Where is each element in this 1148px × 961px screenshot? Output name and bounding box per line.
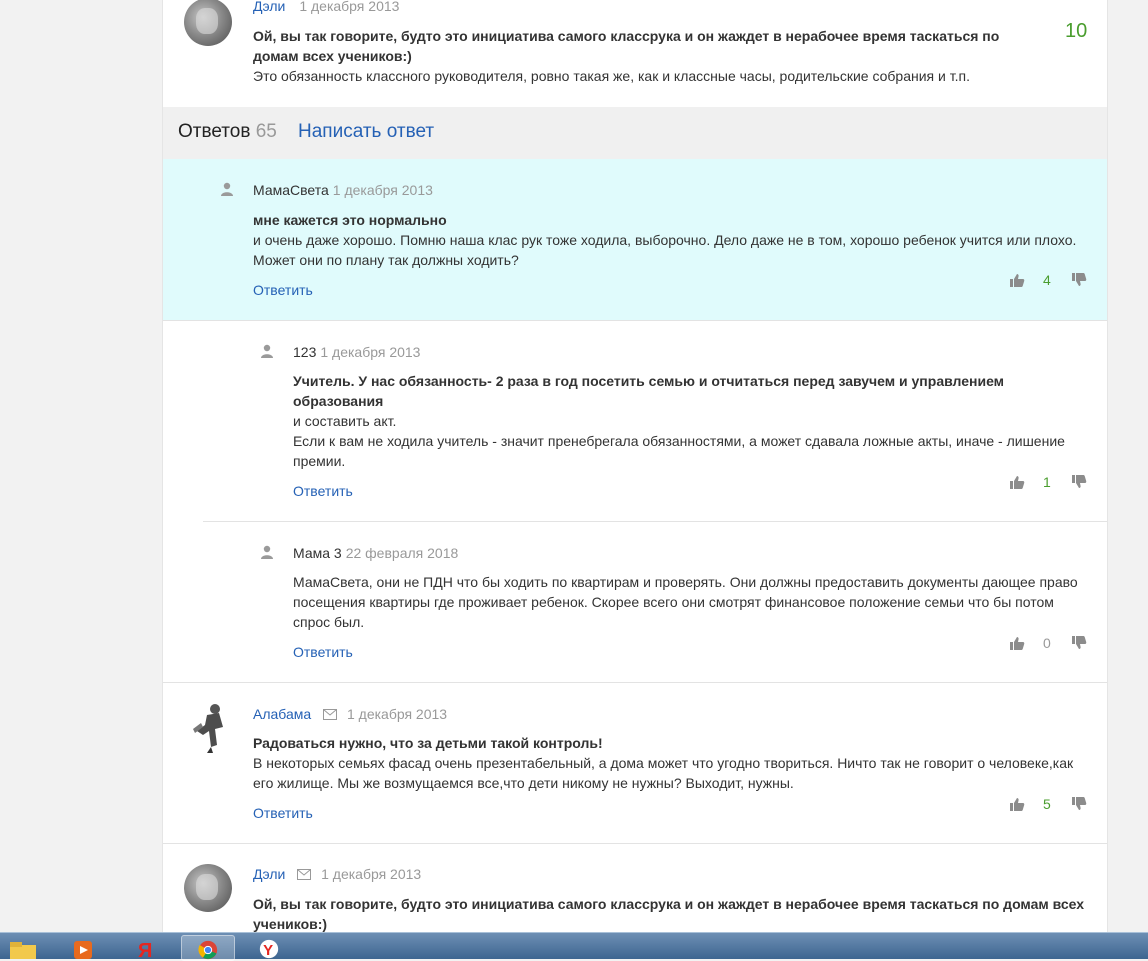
user-icon: [261, 344, 273, 358]
svg-text:Y: Y: [263, 942, 273, 959]
answer-date: 22 февраля 2018: [345, 545, 459, 561]
answer-text-line: МамаСвета, они не ПДН что бы ходить по к…: [293, 574, 1078, 590]
answer-item: 123 1 декабря 2013 Учитель. У нас обязанн…: [163, 321, 1107, 521]
answer-author[interactable]: Дэли: [253, 866, 285, 882]
mail-icon[interactable]: [297, 869, 312, 880]
chrome-icon: [198, 940, 218, 960]
answer-text-line: и составить акт.: [293, 413, 397, 429]
taskbar-button[interactable]: [0, 935, 52, 959]
vote-widget: 5: [1009, 796, 1089, 812]
answers-label: Ответов: [178, 121, 251, 142]
answer-text-line: его жилище. Мы же возмущаемся все,что де…: [253, 775, 794, 791]
comment-text: Это обязанность классного руководителя, …: [253, 68, 970, 84]
reply-link[interactable]: Ответить: [293, 483, 353, 499]
answer-text-line: В некоторых семьях фасад очень презентаб…: [253, 755, 1074, 771]
answer-text-line: премии.: [293, 453, 346, 469]
answer-bold-text-line: Учитель. У нас обязанность- 2 раза в год…: [293, 373, 1005, 389]
answer-text-line: Если к вам не ходила учитель - значит пр…: [293, 433, 1065, 449]
user-icon: [261, 545, 273, 559]
answer-author[interactable]: 123: [293, 344, 316, 360]
answer-author[interactable]: МамаСвета: [253, 182, 329, 198]
taskbar: Я Y: [0, 932, 1148, 961]
thumbs-down-icon[interactable]: [1071, 474, 1087, 490]
comment-date: 1 декабря 2013: [299, 0, 400, 14]
user-icon: [221, 182, 233, 196]
taskbar-button-active[interactable]: [181, 935, 235, 961]
reply-link[interactable]: Ответить: [293, 644, 353, 660]
answers-header: Ответов 65 Написать ответ: [163, 107, 1107, 159]
answer-item: Дэли 1 декабря 2013 Ой, вы так говорите,…: [163, 844, 1107, 932]
answer-item: МамаСвета 1 декабря 2013 мне кажется это …: [163, 159, 1107, 320]
answer-text-line: спрос был.: [293, 614, 365, 630]
answers-count: 65: [255, 121, 277, 142]
vote-count: 4: [1043, 272, 1051, 288]
answer-author[interactable]: Мама 3: [293, 545, 342, 561]
write-answer-link[interactable]: Написать ответ: [298, 121, 434, 143]
answer-bold-text: мне кажется это нормально: [253, 212, 447, 228]
svg-text:Я: Я: [138, 940, 152, 959]
answer-date: 1 декабря 2013: [321, 866, 422, 882]
comments-page: Дэли 1 декабря 2013 Ой, вы так говорите, …: [162, 0, 1108, 932]
yandex-icon: Я: [138, 940, 152, 959]
vote-count: 0: [1043, 635, 1051, 651]
answer-text-line: посещения квартиры где проживает ребенок…: [293, 594, 1054, 610]
comment-rating: 10: [1065, 20, 1088, 42]
answer-bold-text: Радоваться нужно, что за детьми такой ко…: [253, 735, 603, 751]
vote-widget: 0: [1009, 635, 1089, 651]
avatar[interactable]: [184, 864, 232, 912]
mail-icon[interactable]: [323, 709, 338, 720]
answer-date: 1 декабря 2013: [320, 344, 421, 360]
answer-item: Мама 3 22 февраля 2018 МамаСвета, они не …: [163, 522, 1107, 682]
comment-bold-text: Ой, вы так говорите, будто это инициатив…: [253, 28, 1000, 64]
top-comment: Дэли 1 декабря 2013 Ой, вы так говорите, …: [163, 0, 1107, 107]
reply-link[interactable]: Ответить: [253, 805, 313, 821]
answer-bold-text-line: Ой, вы так говорите, будто это инициатив…: [253, 896, 1085, 912]
vote-count: 5: [1043, 796, 1051, 812]
answer-author[interactable]: Алабама: [253, 706, 311, 722]
answer-item: Алабама 1 декабря 2013 Радоваться нужно,…: [163, 683, 1107, 843]
comment-author[interactable]: Дэли: [253, 0, 285, 14]
avatar[interactable]: [185, 701, 231, 753]
answer-date: 1 декабря 2013: [332, 182, 433, 198]
taskbar-button[interactable]: Y: [244, 935, 296, 959]
thumbs-up-icon[interactable]: [1009, 272, 1025, 288]
thumbs-up-icon[interactable]: [1009, 474, 1025, 490]
answer-bold-text-line: образования: [293, 393, 384, 409]
thumbs-down-icon[interactable]: [1071, 796, 1087, 812]
avatar[interactable]: [184, 0, 232, 46]
answer-text-line: Может они по плану так должны ходить?: [253, 252, 519, 268]
explorer-icon: [10, 942, 36, 959]
vote-widget: 1: [1009, 474, 1089, 490]
reply-link[interactable]: Ответить: [253, 282, 313, 298]
media-player-icon: [74, 941, 92, 959]
vote-widget: 4: [1009, 272, 1089, 288]
thumbs-up-icon[interactable]: [1009, 796, 1025, 812]
taskbar-button[interactable]: [60, 935, 112, 959]
vote-count: 1: [1043, 474, 1051, 490]
answer-date: 1 декабря 2013: [346, 706, 448, 722]
answer-text-line: и очень даже хорошо. Помню наша клас рук…: [253, 232, 1077, 248]
taskbar-button[interactable]: Я: [120, 935, 172, 959]
thumbs-down-icon[interactable]: [1071, 635, 1087, 651]
thumbs-up-icon[interactable]: [1009, 635, 1025, 651]
yandex-browser-icon: Y: [259, 939, 279, 959]
answer-bold-text-line: учеников:): [253, 916, 328, 932]
thumbs-down-icon[interactable]: [1071, 272, 1087, 288]
answers-title: Ответов 65: [178, 121, 277, 143]
